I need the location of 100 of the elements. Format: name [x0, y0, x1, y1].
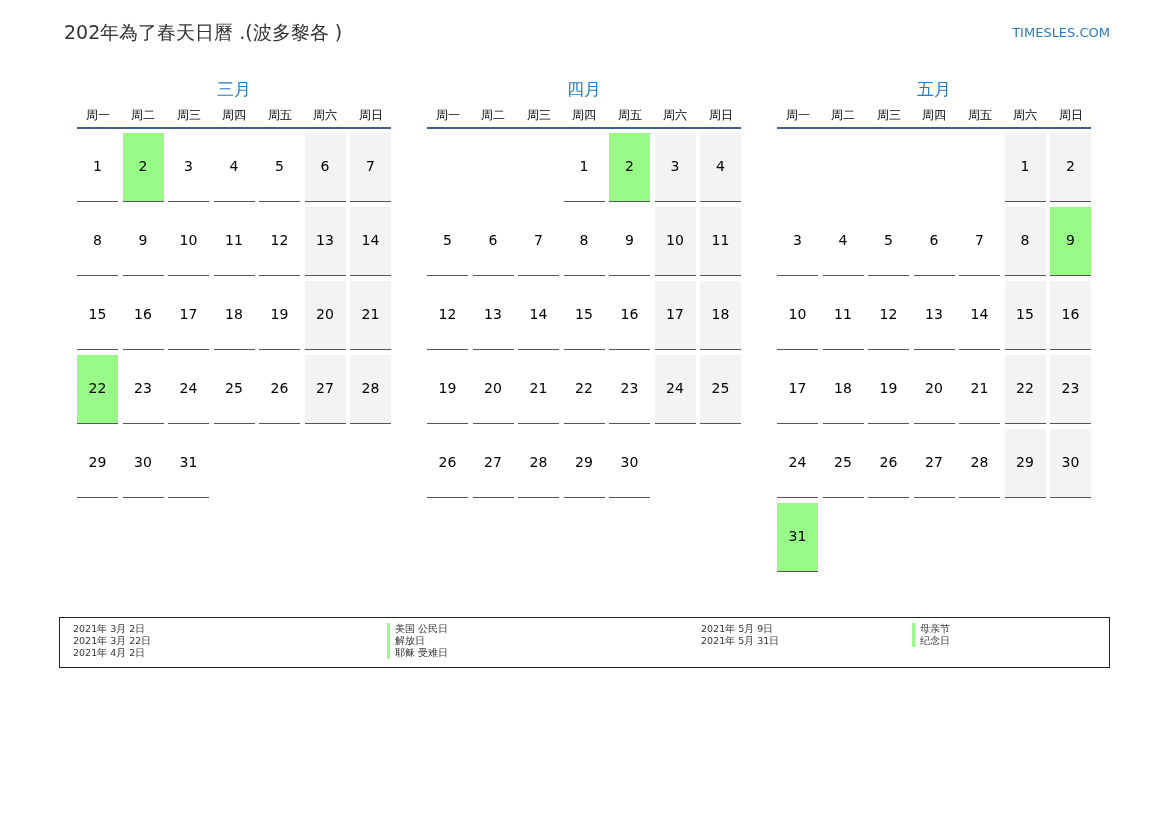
day-cell: 15	[563, 280, 605, 350]
site-link[interactable]: TIMESLES.COM	[1012, 22, 1110, 42]
day-cell: 21	[518, 354, 559, 424]
day-cell: 26	[868, 428, 909, 498]
holiday-name: 解放日	[387, 634, 425, 647]
month-title: 四月	[566, 77, 602, 101]
day-cell: 28	[959, 428, 1000, 498]
day-cell: 14	[518, 280, 559, 350]
day-cell: 6	[472, 206, 514, 276]
day-cell: 13	[472, 280, 514, 350]
weekday-label: 周三	[875, 106, 902, 124]
weekday-label: 周四	[221, 106, 247, 124]
weekday-label: 周五	[266, 106, 293, 124]
day-cell: 3	[777, 206, 818, 276]
day-cell: 14	[959, 280, 1000, 350]
day-cell: 1	[1004, 132, 1046, 202]
weekday-label: 周二	[130, 106, 156, 124]
day-cell: 20	[304, 280, 346, 350]
day-cell: 19	[868, 354, 909, 424]
day-cell: 2	[1050, 132, 1091, 202]
day-cell: 11	[822, 280, 864, 350]
month-title: 五月	[916, 77, 952, 101]
day-cell: 26	[259, 354, 300, 424]
day-cell: 12	[427, 280, 468, 350]
weekday-label: 周四	[571, 106, 597, 124]
weekday-label: 周五	[616, 106, 643, 124]
day-cell: 21	[350, 280, 391, 350]
holiday-day-cell: 2	[609, 132, 650, 202]
day-cell: 3	[654, 132, 696, 202]
weekday-label: 周五	[966, 106, 993, 124]
holiday-day-cell: 9	[1050, 206, 1091, 276]
day-cell: 25	[700, 354, 741, 424]
day-cell: 9	[609, 206, 650, 276]
day-cell: 4	[700, 132, 741, 202]
day-cell: 1	[563, 132, 605, 202]
weekday-label: 周六	[662, 106, 688, 124]
day-cell: 27	[472, 428, 514, 498]
month-title: 三月	[216, 77, 252, 101]
day-cell: 23	[122, 354, 164, 424]
day-cell: 8	[77, 206, 118, 276]
day-cell: 19	[259, 280, 300, 350]
day-cell: 7	[959, 206, 1000, 276]
holiday-day-cell: 2	[122, 132, 164, 202]
day-cell: 12	[259, 206, 300, 276]
day-cell: 6	[304, 132, 346, 202]
day-cell: 7	[350, 132, 391, 202]
day-cell: 10	[654, 206, 696, 276]
day-cell: 19	[427, 354, 468, 424]
day-cell: 11	[213, 206, 255, 276]
day-cell: 29	[1004, 428, 1046, 498]
day-cell: 25	[213, 354, 255, 424]
weekday-label: 周日	[1057, 106, 1084, 124]
day-cell: 5	[259, 132, 300, 202]
weekday-label: 周一	[434, 106, 461, 124]
day-cell: 11	[700, 206, 741, 276]
holiday-date: 2021年 3月 2日	[73, 622, 147, 635]
day-cell: 29	[563, 428, 605, 498]
weekday-label: 周日	[707, 106, 734, 124]
day-cell: 29	[77, 428, 118, 498]
day-cell: 16	[1050, 280, 1091, 350]
day-cell: 17	[654, 280, 696, 350]
day-cell: 25	[822, 428, 864, 498]
day-cell: 12	[868, 280, 909, 350]
day-cell: 17	[168, 280, 209, 350]
holiday-name: 纪念日	[912, 634, 950, 647]
weekday-label: 周二	[480, 106, 506, 124]
day-cell: 23	[609, 354, 650, 424]
day-cell: 16	[609, 280, 650, 350]
day-cell: 14	[350, 206, 391, 276]
day-cell: 16	[122, 280, 164, 350]
day-cell: 22	[563, 354, 605, 424]
day-cell: 4	[213, 132, 255, 202]
day-cell: 5	[868, 206, 909, 276]
day-cell: 8	[1004, 206, 1046, 276]
day-cell: 8	[563, 206, 605, 276]
day-cell: 15	[77, 280, 118, 350]
day-cell: 5	[427, 206, 468, 276]
day-cell: 3	[168, 132, 209, 202]
day-cell: 24	[777, 428, 818, 498]
day-cell: 6	[913, 206, 955, 276]
weekday-label: 周二	[830, 106, 856, 124]
day-cell: 18	[700, 280, 741, 350]
holiday-name: 美国 公民日	[387, 622, 449, 635]
day-cell: 28	[350, 354, 391, 424]
day-cell: 7	[518, 206, 559, 276]
page-title: 202年為了春天日曆 .(波多黎各 )	[64, 20, 343, 45]
holiday-date: 2021年 4月 2日	[73, 646, 147, 659]
holiday-date: 2021年 5月 9日	[701, 622, 775, 635]
day-cell: 24	[168, 354, 209, 424]
day-cell: 30	[609, 428, 650, 498]
day-cell: 18	[213, 280, 255, 350]
day-cell: 27	[304, 354, 346, 424]
holiday-day-cell: 22	[77, 354, 118, 424]
weekday-label: 周六	[1012, 106, 1038, 124]
day-cell: 31	[168, 428, 209, 498]
day-cell: 18	[822, 354, 864, 424]
day-cell: 15	[1004, 280, 1046, 350]
day-cell: 20	[913, 354, 955, 424]
holiday-date: 2021年 3月 22日	[73, 634, 153, 647]
day-cell: 21	[959, 354, 1000, 424]
